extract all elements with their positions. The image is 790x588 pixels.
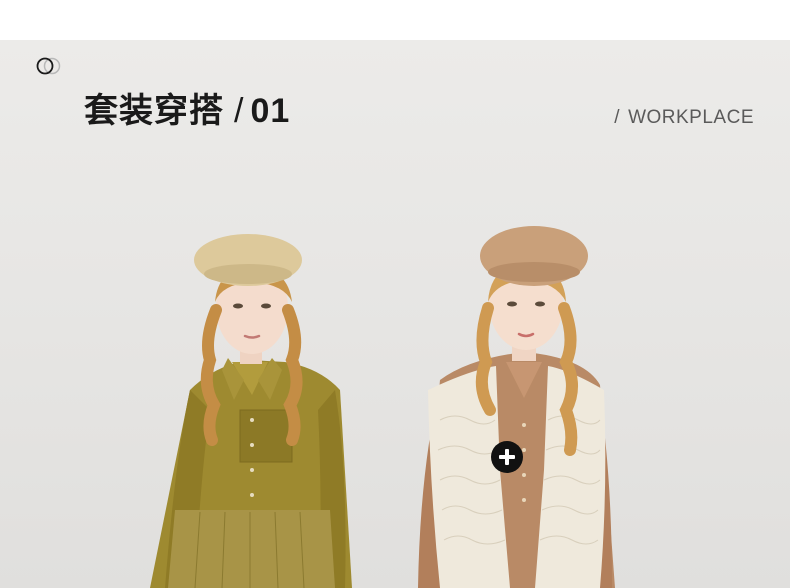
category-slash: / <box>614 107 621 128</box>
section-title: 套装穿搭 /01 <box>84 89 290 133</box>
category-text: WORKPLACE <box>628 107 754 128</box>
circles-icon <box>36 57 61 75</box>
category-label: / WORKPLACE <box>614 106 754 130</box>
title-text: 套装穿搭 <box>84 92 224 130</box>
product-hotspot-button[interactable] <box>491 441 523 473</box>
top-spacer <box>0 0 790 40</box>
plus-icon-stem <box>505 449 509 465</box>
title-separator: / <box>234 92 245 130</box>
section-number: 01 <box>250 92 291 130</box>
model-right <box>418 226 615 588</box>
model-left <box>150 234 352 588</box>
